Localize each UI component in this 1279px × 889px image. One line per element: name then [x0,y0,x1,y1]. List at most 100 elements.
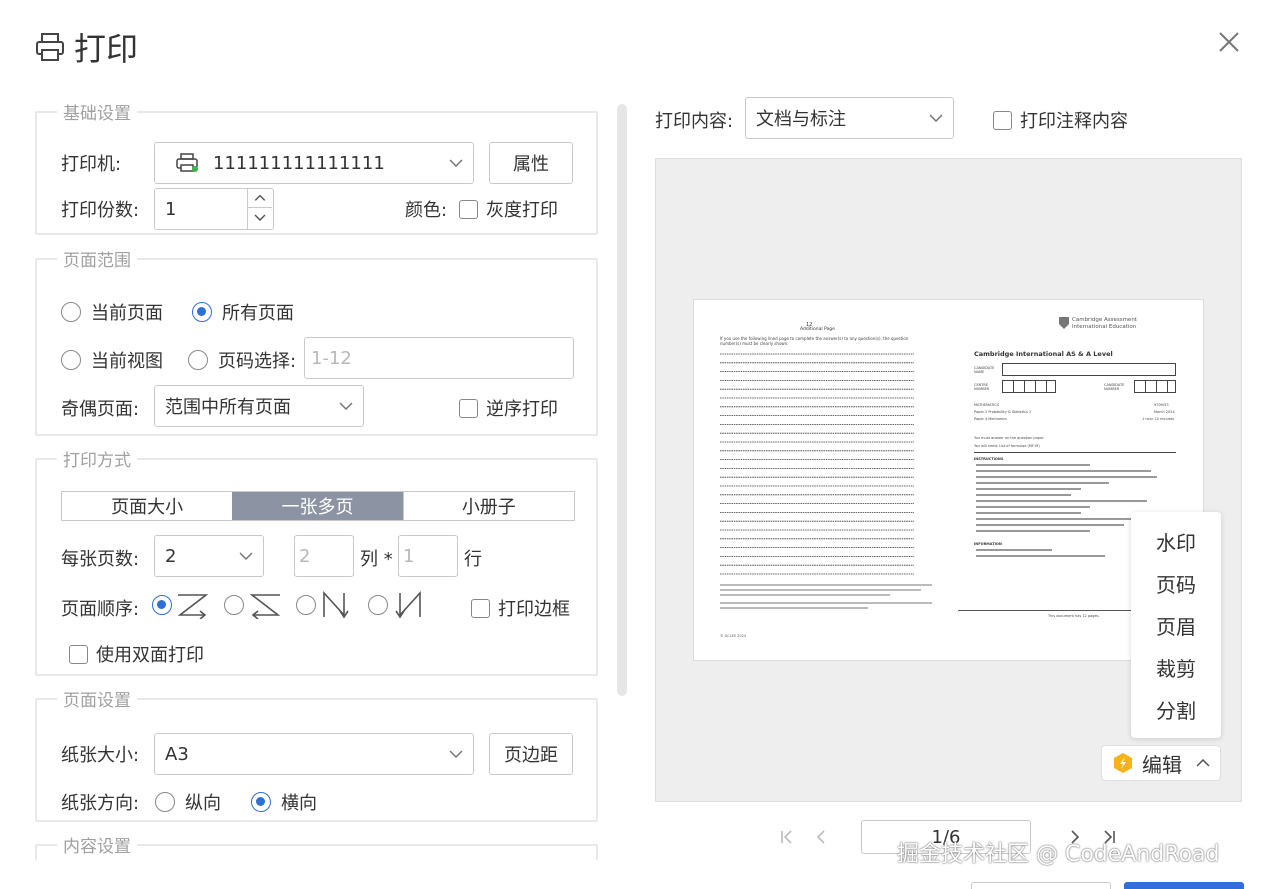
pages-per-sheet-label: 每张页数: [61,549,140,570]
chevron-down-icon [239,552,253,560]
preview-left-heading: Additional Page [800,327,835,332]
radio-landscape[interactable]: 横向 [251,789,317,815]
radio-dot [188,350,208,370]
chevron-up-icon [1196,759,1210,767]
preview-centre-number-box [1002,380,1056,393]
chevron-down-icon [449,159,463,167]
edit-hex-icon [1114,753,1132,773]
printer-icon [36,33,64,61]
print-border-label: 打印边框 [498,599,570,620]
radio-dot [61,302,81,322]
paper-size-label: 纸张大小: [61,745,140,766]
print-mode-legend: 打印方式 [63,451,131,471]
basic-settings-group: 基础设置 打印机: 111111111111111 属性 打印份数: 1 颜色:… [35,99,598,235]
tab-multi-page[interactable]: 一张多页 [232,492,403,520]
rows-value: 1 [403,545,415,567]
radio-dot-selected [152,595,172,615]
columns-value: 2 [299,545,311,567]
printer-select[interactable]: 111111111111111 [154,142,474,184]
menu-item-watermark[interactable]: 水印 [1131,520,1221,562]
current-view-label: 当前视图 [91,351,163,372]
checkbox-box [993,110,1012,130]
edit-button[interactable]: 编辑 [1101,745,1221,781]
n-order-icon [323,591,349,619]
color-label: 颜色: [405,200,448,221]
preview-candidate-name-box [1002,363,1176,376]
radio-all-pages[interactable]: 所有页面 [192,299,294,325]
edit-button-label: 编辑 [1142,752,1182,777]
print-mode-tabs: 页面大小 一张多页 小册子 [61,491,575,521]
dialog-title-bar: 打印 [34,24,138,70]
preview-logo-line1: Cambridge Assessment [1072,317,1137,323]
print-content-select[interactable]: 文档与标注 [745,97,954,139]
radio-portrait[interactable]: 纵向 [155,789,221,815]
preview-candidate-name-label: CANDIDATE NAME [974,366,995,374]
order-vertical-reverse[interactable] [368,591,426,619]
columns-input[interactable]: 2 [294,535,354,577]
chevron-up-icon[interactable] [248,189,272,208]
edit-menu: 水印 页码 页眉 裁剪 分割 [1131,512,1221,738]
paper-size-select[interactable]: A3 [154,733,474,775]
page-setup-group: 页面设置 纸张大小: A3 页边距 纸张方向: 纵向 横向 [35,686,598,822]
printer-label: 打印机: [61,154,122,175]
reverse-print-checkbox[interactable]: 逆序打印 [459,395,558,421]
print-button[interactable] [1124,882,1244,889]
settings-scrollbar[interactable] [617,104,627,696]
radio-current-page[interactable]: 当前页面 [61,299,163,325]
orientation-label: 纸张方向: [61,793,140,814]
rows-input[interactable]: 1 [398,535,458,577]
copies-value: 1 [165,198,177,220]
previous-page-icon[interactable] [812,828,830,846]
margins-button[interactable]: 页边距 [489,733,573,775]
preview-session: March 2024 [1154,410,1175,414]
watermark-text: 掘金技术社区 @ CodeAndRoad [897,842,1220,867]
pages-per-sheet-select[interactable]: 2 [154,535,264,577]
reverse-z-order-icon [249,594,281,619]
chevron-down-icon [929,114,943,122]
chevron-down-icon [339,402,353,410]
stepper-controls [247,189,273,229]
odd-even-select[interactable]: 范围中所有页面 [154,385,364,427]
duplex-checkbox[interactable]: 使用双面打印 [69,641,204,667]
cancel-button[interactable] [971,882,1111,889]
printer-properties-button[interactable]: 属性 [489,142,573,184]
rows-unit: 行 [464,549,482,570]
all-pages-label: 所有页面 [222,303,294,324]
radio-current-view[interactable]: 当前视图 [61,347,163,373]
preview-candidate-number-box [1134,380,1176,393]
first-page-icon[interactable] [778,828,796,846]
grayscale-checkbox[interactable]: 灰度打印 [459,196,558,222]
page-select-input[interactable]: 1-12 [304,337,574,379]
preview-subject: MATHEMATICS [974,403,1000,407]
preview-paper: Paper 5 Probability & Statistics 1 [974,410,1032,414]
content-settings-group: 内容设置 [35,832,598,860]
chevron-down-icon [449,750,463,758]
radio-dot [296,595,316,615]
print-annotations-checkbox[interactable]: 打印注释内容 [993,107,1128,133]
radio-dot-selected [251,792,271,812]
copies-stepper[interactable]: 1 [154,188,274,230]
order-vertical-n[interactable] [296,591,354,619]
print-border-checkbox[interactable]: 打印边框 [471,595,570,621]
order-horizontal-reverse[interactable] [224,591,282,619]
content-settings-legend: 内容设置 [63,837,131,857]
menu-item-header[interactable]: 页眉 [1131,604,1221,646]
preview-instructions-heading: INSTRUCTIONS [974,457,1004,461]
menu-item-crop[interactable]: 裁剪 [1131,646,1221,688]
tab-booklet[interactable]: 小册子 [402,492,574,520]
cambridge-logo-icon [1059,317,1069,329]
current-page-label: 当前页面 [91,303,163,324]
preview-ruled-lines [720,353,914,575]
dialog-title: 打印 [74,30,139,68]
menu-item-split[interactable]: 分割 [1131,688,1221,730]
copies-label: 打印份数: [61,200,140,221]
radio-dot [61,350,81,370]
close-icon[interactable] [1215,28,1243,56]
menu-item-page-number[interactable]: 页码 [1131,562,1221,604]
chevron-down-icon[interactable] [248,208,272,227]
preview-candidate-number-label: CANDIDATE NUMBER [1104,383,1125,391]
radio-page-select[interactable]: 页码选择: [188,347,296,373]
order-horizontal-z[interactable] [152,591,210,619]
page-setup-legend: 页面设置 [63,691,131,711]
tab-page-size[interactable]: 页面大小 [62,492,232,520]
